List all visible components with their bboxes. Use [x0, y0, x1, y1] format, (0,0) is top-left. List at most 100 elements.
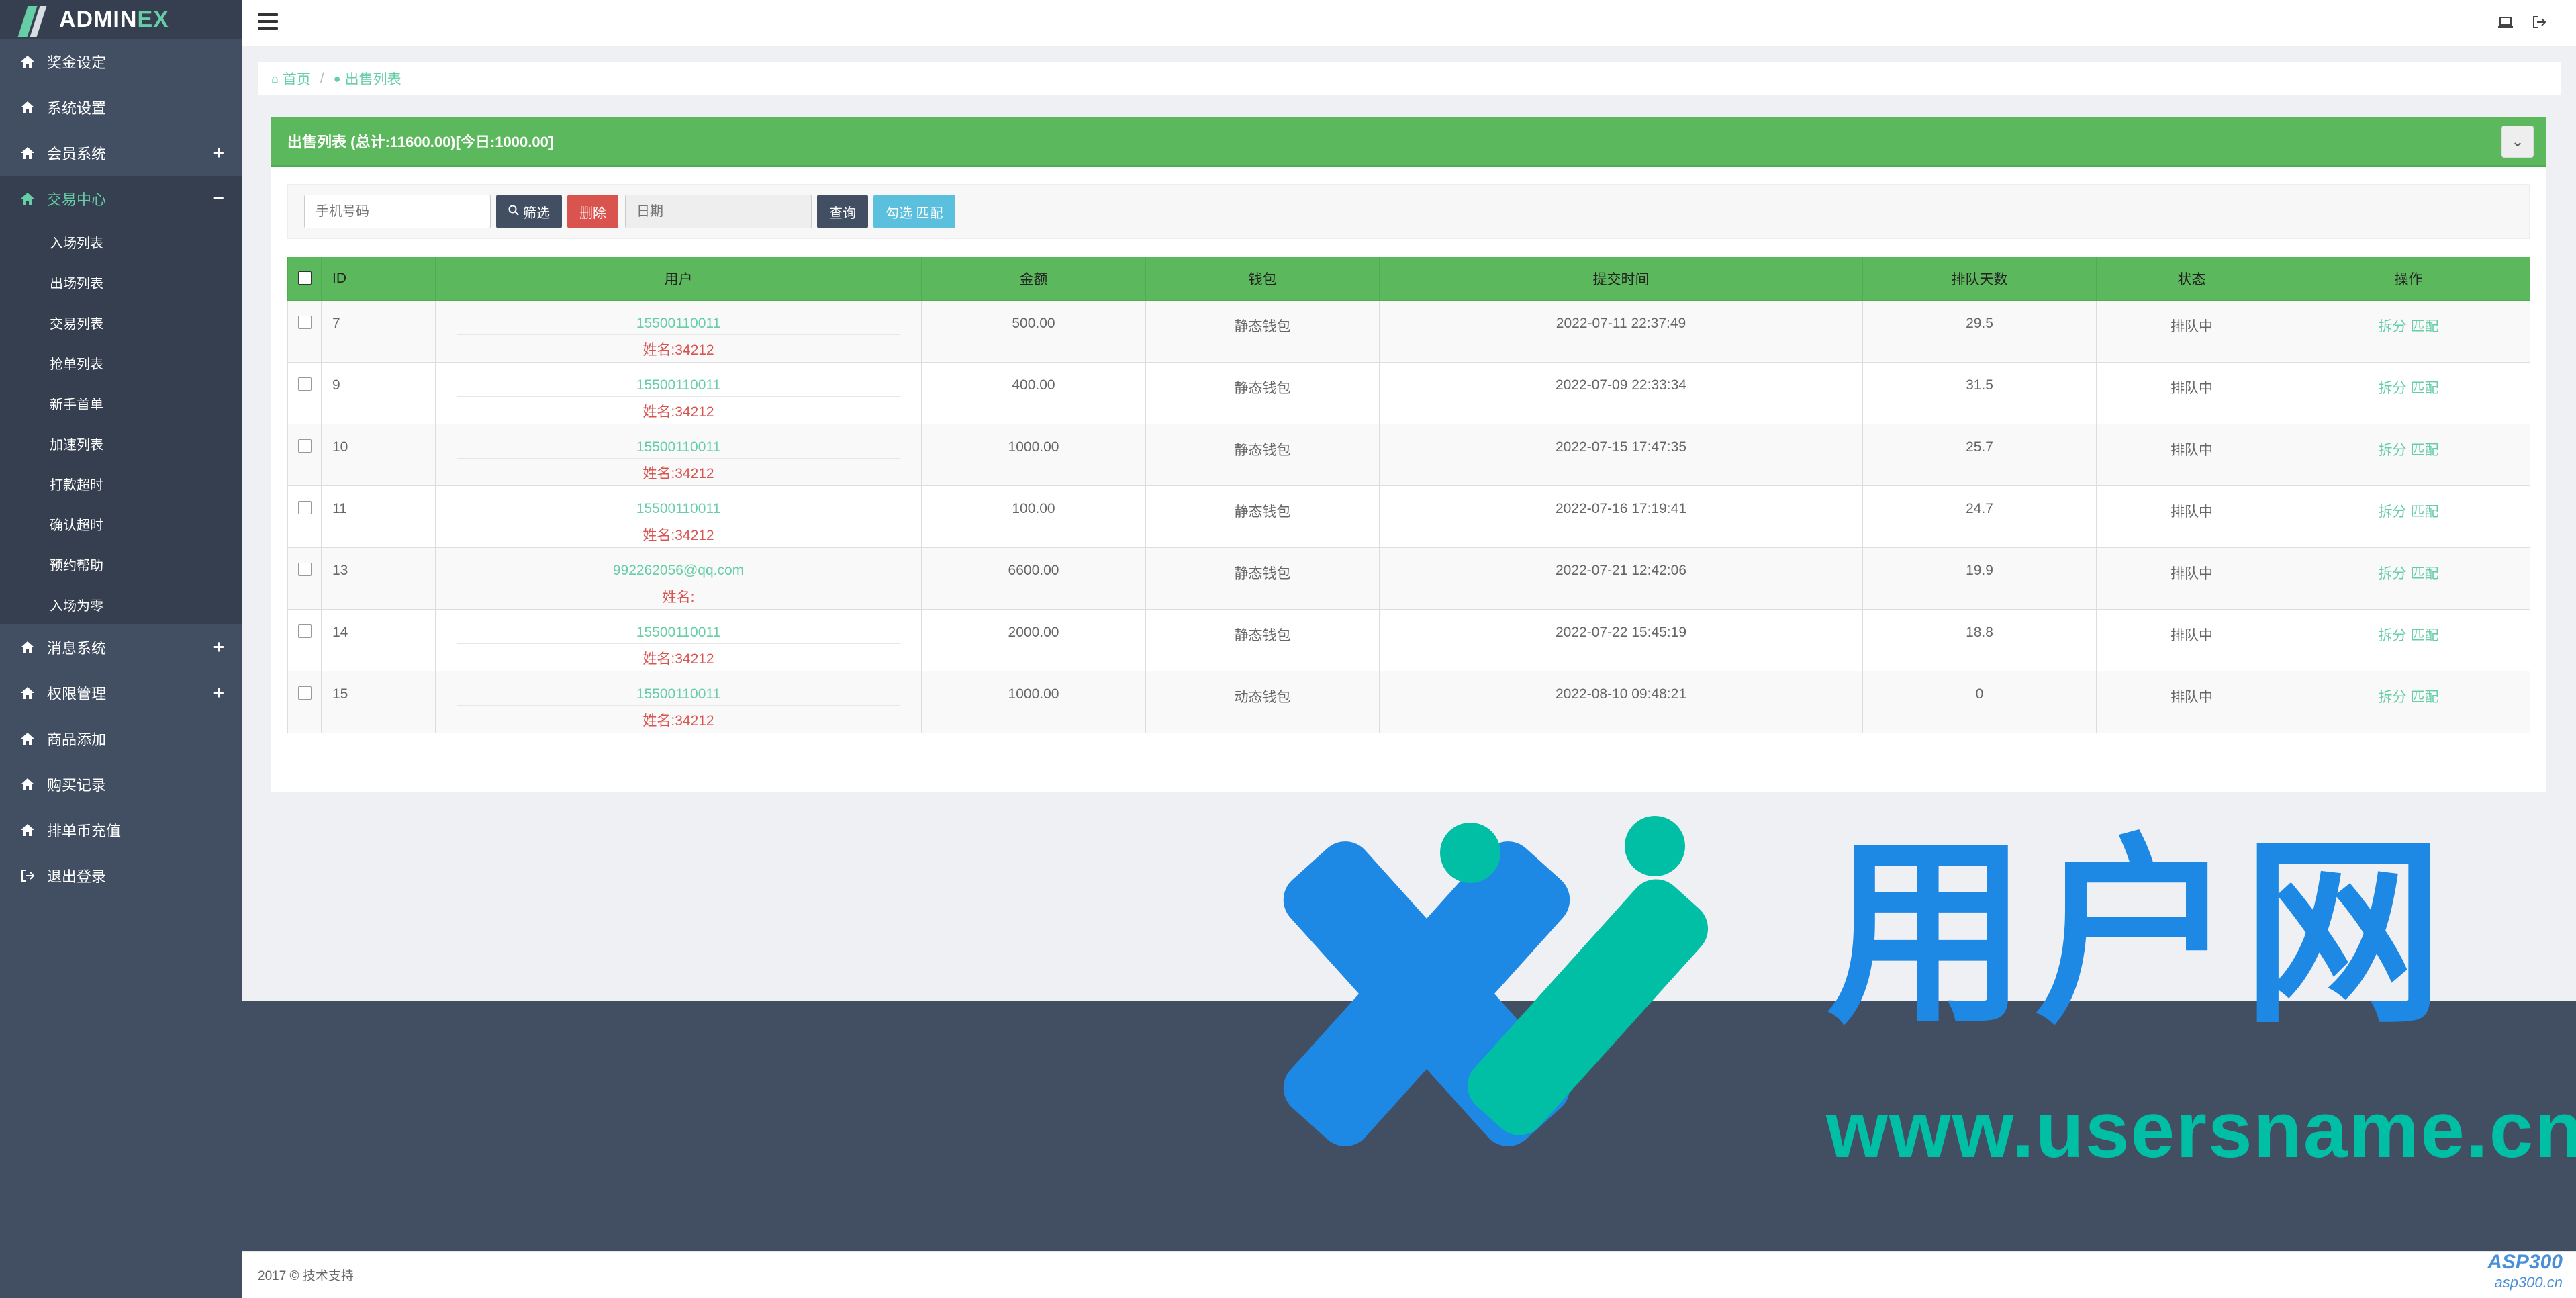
submenu-item[interactable]: 入场列表: [0, 222, 242, 262]
submenu-item[interactable]: 加速列表: [0, 423, 242, 463]
cell-status: 排队中: [2096, 671, 2287, 733]
cell-status: 排队中: [2096, 547, 2287, 610]
row-checkbox[interactable]: [297, 686, 312, 700]
submenu-item[interactable]: 入场为零: [0, 584, 242, 624]
cell-queue-days: 24.7: [1862, 485, 2097, 548]
cell-wallet: 静态钱包: [1145, 485, 1380, 548]
match-link[interactable]: 匹配: [2411, 504, 2439, 520]
row-checkbox[interactable]: [297, 439, 312, 453]
sidebar-item-5[interactable]: 权限管理 +: [0, 670, 242, 716]
chevron-down-icon: ⌄: [2511, 133, 2524, 150]
sidebar-item-label: 权限管理: [47, 686, 107, 702]
cell-user: 15500110011 姓名:34212: [435, 609, 922, 671]
cell-submit-time: 2022-08-10 09:48:21: [1379, 671, 1863, 733]
match-link[interactable]: 匹配: [2411, 566, 2439, 582]
split-link[interactable]: 拆分: [2379, 690, 2407, 705]
delete-button[interactable]: 删除: [567, 195, 618, 228]
match-link[interactable]: 匹配: [2411, 690, 2439, 705]
row-select-cell: [287, 609, 322, 671]
logo-mark-icon: [17, 3, 50, 37]
submenu-item[interactable]: 预约帮助: [0, 544, 242, 584]
cell-actions: 拆分 匹配: [2287, 300, 2530, 363]
split-link[interactable]: 拆分: [2379, 628, 2407, 643]
expand-toggle-icon[interactable]: +: [213, 682, 224, 703]
sidebar-item-label: 系统设置: [47, 100, 107, 117]
match-link[interactable]: 匹配: [2411, 319, 2439, 334]
sidebar-item-4[interactable]: 消息系统 +: [0, 624, 242, 670]
collapse-toggle-icon[interactable]: −: [213, 187, 224, 209]
home-icon: [20, 146, 35, 160]
filter-button[interactable]: 筛选: [496, 195, 562, 228]
row-checkbox[interactable]: [297, 624, 312, 638]
user-phone-link[interactable]: 15500110011: [436, 686, 920, 702]
expand-toggle-icon[interactable]: +: [213, 636, 224, 657]
cell-id: 7: [321, 300, 436, 363]
sidebar-item-8[interactable]: 排单币充值: [0, 807, 242, 853]
collapse-button[interactable]: ⌄: [2501, 126, 2534, 158]
sidebar-item-7[interactable]: 购买记录: [0, 761, 242, 807]
cell-id: 13: [321, 547, 436, 610]
match-link[interactable]: 匹配: [2411, 443, 2439, 458]
expand-toggle-icon[interactable]: +: [213, 142, 224, 163]
submenu-item[interactable]: 出场列表: [0, 262, 242, 302]
sidebar-item-0[interactable]: 奖金设定: [0, 39, 242, 85]
sign-out-icon: [20, 868, 35, 883]
cell-user: 15500110011 姓名:34212: [435, 671, 922, 733]
filter-toolbar: 筛选 删除 查询 勾选 匹配: [287, 184, 2530, 239]
select-all-checkbox[interactable]: [297, 271, 312, 285]
submenu-item[interactable]: 打款超时: [0, 463, 242, 504]
match-link[interactable]: 匹配: [2411, 628, 2439, 643]
match-selected-button[interactable]: 勾选 匹配: [873, 195, 955, 228]
submenu-item[interactable]: 确认超时: [0, 504, 242, 544]
row-checkbox[interactable]: [297, 501, 312, 514]
user-phone-link[interactable]: 15500110011: [436, 624, 920, 641]
table-row: 14 15500110011 姓名:34212 2000.00 静态钱包 2022-07-…: [287, 609, 2530, 671]
split-link[interactable]: 拆分: [2379, 319, 2407, 334]
cell-wallet: 静态钱包: [1145, 300, 1380, 363]
menu-toggle-icon[interactable]: [258, 13, 278, 30]
cell-submit-time: 2022-07-22 15:45:19: [1379, 609, 1863, 671]
user-phone-link[interactable]: 15500110011: [436, 439, 920, 455]
sidebar-item-2[interactable]: 会员系统 +: [0, 130, 242, 176]
user-phone-link[interactable]: 15500110011: [436, 377, 920, 393]
user-phone-link[interactable]: 15500110011: [436, 501, 920, 517]
cell-submit-time: 2022-07-11 22:37:49: [1379, 300, 1863, 363]
cell-wallet: 静态钱包: [1145, 424, 1380, 486]
submenu-item[interactable]: 交易列表: [0, 302, 242, 342]
brand-logo[interactable]: ADMINEX: [0, 0, 242, 39]
breadcrumb-home[interactable]: ⌂ 首页: [271, 68, 311, 89]
split-link[interactable]: 拆分: [2379, 443, 2407, 458]
cell-status: 排队中: [2096, 609, 2287, 671]
split-link[interactable]: 拆分: [2379, 566, 2407, 582]
split-link[interactable]: 拆分: [2379, 504, 2407, 520]
asp-badge-top: ASP300: [2487, 1251, 2563, 1273]
sidebar-item-3[interactable]: 交易中心 −: [0, 176, 242, 222]
sidebar-item-6[interactable]: 商品添加: [0, 716, 242, 761]
user-phone-link[interactable]: 15500110011: [436, 316, 920, 332]
user-phone-link[interactable]: 992262056@qq.com: [436, 563, 920, 579]
query-button[interactable]: 查询: [817, 195, 868, 228]
sidebar-item-1[interactable]: 系统设置: [0, 85, 242, 130]
breadcrumb-current[interactable]: ● 出售列表: [334, 68, 401, 89]
asp-badge: ASP300 asp300.cn: [2487, 1251, 2563, 1291]
home-icon: [20, 823, 35, 837]
row-checkbox[interactable]: [297, 563, 312, 576]
row-checkbox[interactable]: [297, 316, 312, 329]
submenu-item[interactable]: 新手首单: [0, 383, 242, 423]
laptop-icon[interactable]: [2495, 12, 2516, 32]
user-divider: [457, 458, 900, 459]
phone-search-input[interactable]: [304, 195, 491, 228]
table-row: 13 992262056@qq.com 姓名: 6600.00 静态钱包 2022-07-…: [287, 547, 2530, 610]
date-input[interactable]: [625, 195, 812, 228]
row-checkbox[interactable]: [297, 377, 312, 391]
sidebar-item-9[interactable]: 退出登录: [0, 853, 242, 898]
split-link[interactable]: 拆分: [2379, 381, 2407, 396]
cell-queue-days: 29.5: [1862, 300, 2097, 363]
home-icon: [20, 100, 35, 115]
match-link[interactable]: 匹配: [2411, 381, 2439, 396]
sell-table: ID 用户 金额 钱包 提交时间 排队天数 状态 操作 7 15500110011…: [287, 257, 2530, 733]
submenu-item[interactable]: 抢单列表: [0, 342, 242, 383]
sign-out-icon[interactable]: [2529, 12, 2549, 32]
select-all-cell: [287, 257, 322, 301]
user-name: 姓名:34212: [642, 342, 714, 358]
